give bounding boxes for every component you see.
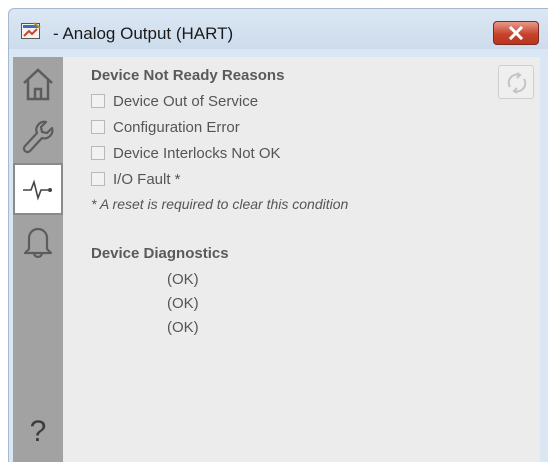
reason-label: Configuration Error [113,119,240,136]
not-ready-reasons-title: Device Not Ready Reasons [91,67,285,84]
navigation-sidebar: ? [13,57,63,462]
diagnostics-content: Device Not Ready Reasons Device Out of S… [75,57,540,462]
reason-device-out-of-service: Device Out of Service [91,93,258,113]
home-tab[interactable] [13,59,63,111]
window-title: - Analog Output (HART) [53,24,234,43]
checkbox [91,146,105,160]
title-bar[interactable]: - Analog Output (HART) [9,9,548,49]
refresh-icon [507,72,527,94]
checkbox [91,94,105,108]
reset-button[interactable] [498,65,534,99]
app-icon [21,22,41,40]
reason-label: Device Out of Service [113,93,259,110]
diagnostic-value: (OK) [167,271,199,288]
bell-icon [23,227,53,259]
reason-label: Device Interlocks Not OK [113,145,281,162]
device-diagnostics-title: Device Diagnostics [91,245,229,262]
reset-note: * A reset is required to clear this cond… [91,196,349,212]
home-icon [23,68,53,101]
checkbox [91,120,105,134]
diagnostic-value: (OK) [167,319,199,336]
reason-configuration-error: Configuration Error [91,119,240,139]
pulse-icon [23,179,52,201]
wrench-icon [22,120,54,154]
close-icon [509,26,523,40]
help-button[interactable]: ? [13,410,63,454]
maintenance-tab[interactable] [13,111,63,163]
reason-io-fault: I/O Fault * [91,171,181,191]
reason-device-interlocks: Device Interlocks Not OK [91,145,281,165]
alarms-tab[interactable] [13,215,63,267]
close-button[interactable] [493,21,539,45]
diagnostic-value: (OK) [167,295,199,312]
checkbox [91,172,105,186]
reason-label: I/O Fault * [113,171,181,188]
faceplate-body: ? Device Not Ready Reasons Device Out of… [13,57,540,462]
diagnostics-tab[interactable] [13,163,63,215]
faceplate-window: - Analog Output (HART) ? Device Not Read… [8,8,548,462]
